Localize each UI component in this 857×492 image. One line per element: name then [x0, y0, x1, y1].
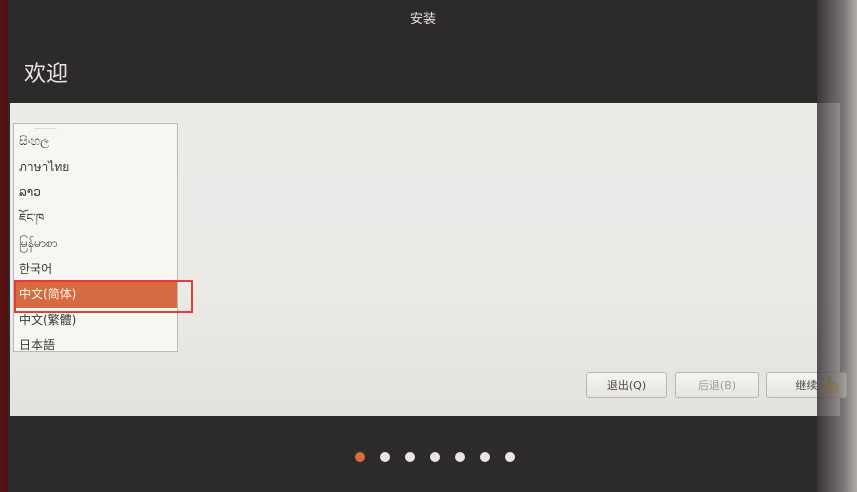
- page-dot-6: [480, 452, 490, 462]
- page-dot-2: [380, 452, 390, 462]
- page-title: 欢迎: [24, 62, 69, 87]
- language-item-japanese[interactable]: 日本語: [14, 333, 177, 351]
- page-dot-3: [405, 452, 415, 462]
- page-dot-4: [430, 452, 440, 462]
- language-item-burmese[interactable]: မြန်မာစာ: [14, 231, 177, 257]
- page-dot-1: [355, 452, 365, 462]
- quit-button[interactable]: 退出(Q): [586, 372, 667, 398]
- desktop-edge-right: [817, 0, 857, 492]
- page-indicator: [355, 452, 515, 462]
- selection-annotation-box: [14, 280, 193, 313]
- language-item-sinhala[interactable]: සිංහල: [14, 129, 177, 155]
- window-title: 安装: [409, 11, 436, 27]
- language-item-thai[interactable]: ภาษาไทย: [14, 155, 177, 181]
- window-titlebar: 安装: [8, 0, 838, 34]
- language-item-korean[interactable]: 한국어: [14, 257, 177, 283]
- language-item-lao[interactable]: ລາວ: [14, 180, 177, 206]
- language-item-dzongkha[interactable]: ཇོང་ཁ: [14, 206, 177, 232]
- back-button[interactable]: 后退(B): [675, 372, 759, 398]
- page-dot-7: [505, 452, 515, 462]
- language-list[interactable]: සිංහල ภาษาไทย ລາວ ཇོང་ཁ မြန်မာစာ 한국어 中文(…: [13, 123, 178, 352]
- page-dot-5: [455, 452, 465, 462]
- content-panel: සිංහල ภาษาไทย ລາວ ཇོང་ཁ မြန်မာစာ 한국어 中文(…: [10, 103, 847, 416]
- installer-window: 安装 欢迎 සිංහල ภาษาไทย ລາວ ཇོང་ཁ မြန်မာစာ 한…: [8, 0, 847, 492]
